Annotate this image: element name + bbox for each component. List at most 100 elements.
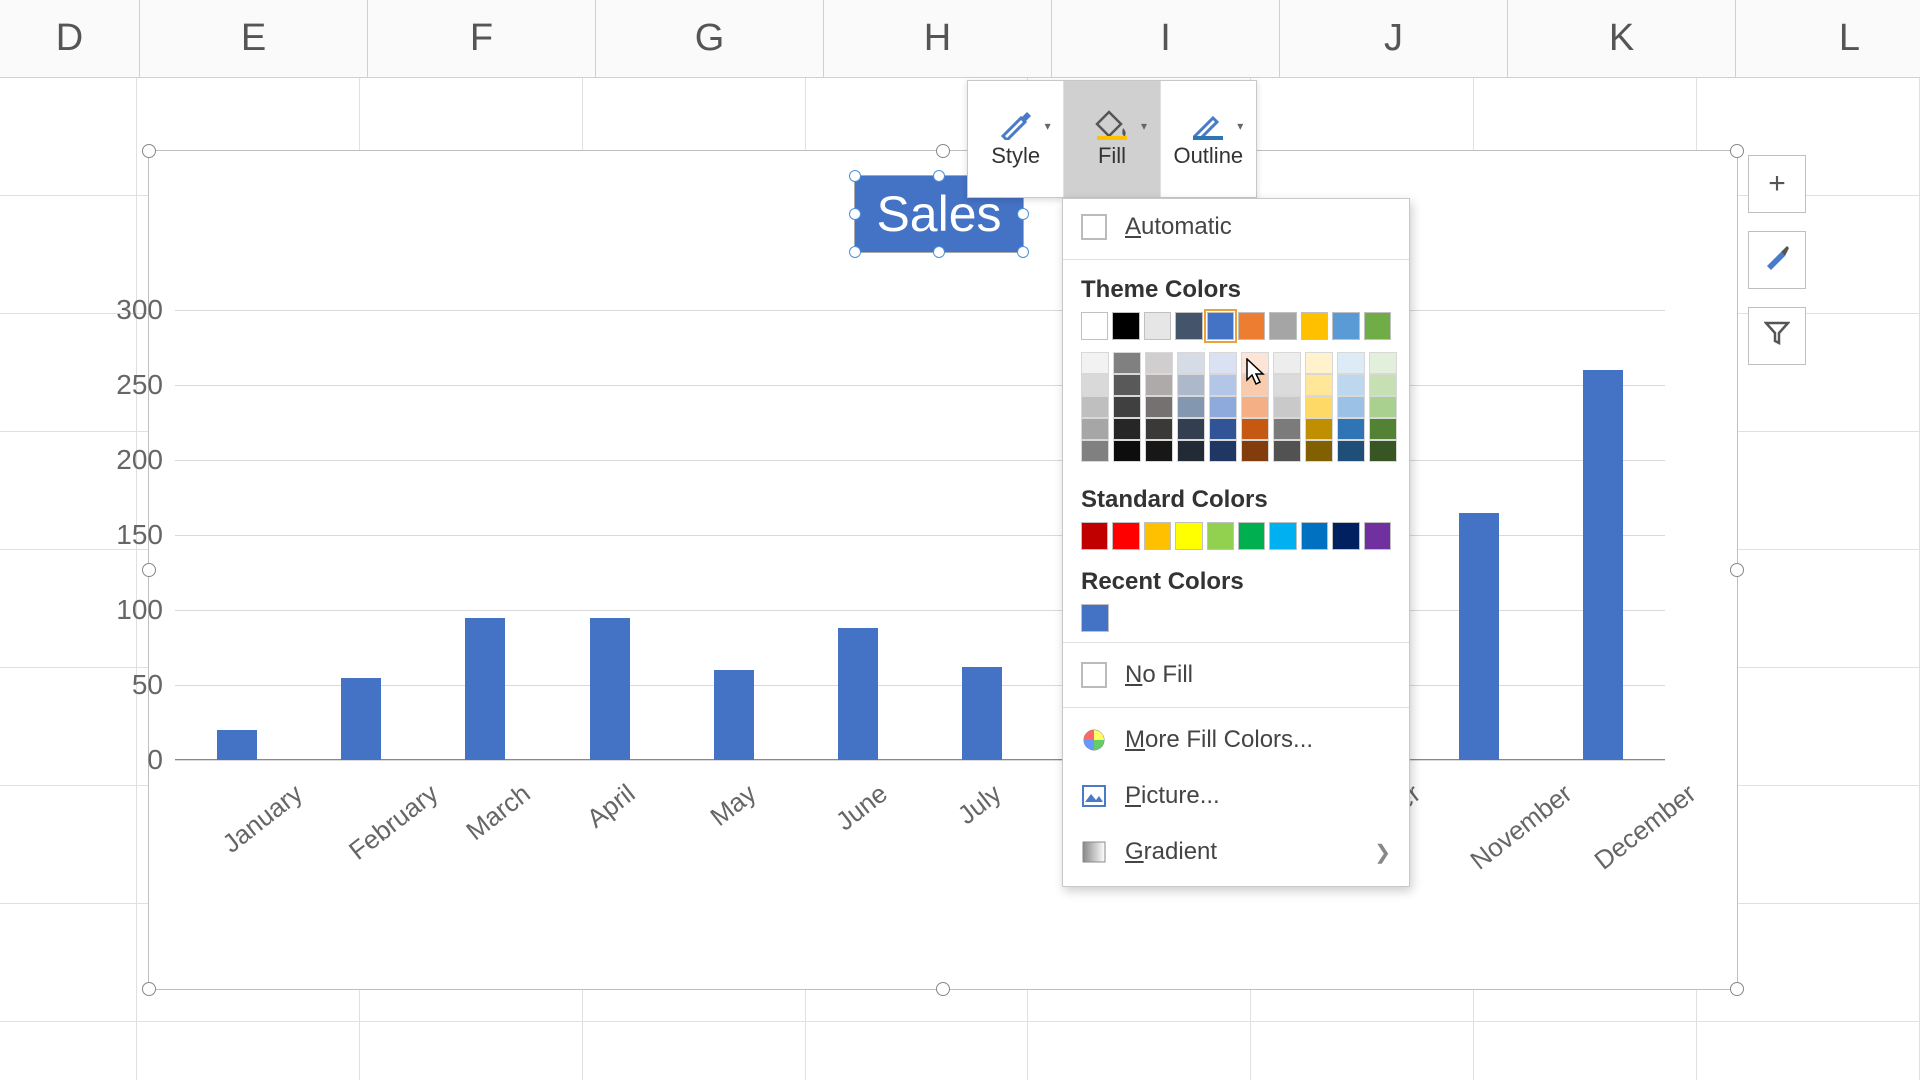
theme-shade-swatch[interactable] [1145,418,1173,440]
theme-shade-swatch[interactable] [1113,352,1141,374]
style-button[interactable]: ▾ Style [968,81,1064,197]
chart-styles-button[interactable] [1748,231,1806,289]
chart-elements-button[interactable]: + [1748,155,1806,213]
theme-color-swatch[interactable] [1301,312,1328,340]
theme-shade-swatch[interactable] [1337,418,1365,440]
bar[interactable] [465,618,505,761]
theme-shade-swatch[interactable] [1337,396,1365,418]
fill-button[interactable]: ▾ Fill [1064,81,1160,197]
standard-color-swatch[interactable] [1144,522,1171,550]
col-header[interactable]: K [1508,0,1736,77]
theme-shade-swatch[interactable] [1177,352,1205,374]
standard-color-swatch[interactable] [1332,522,1359,550]
theme-shade-swatch[interactable] [1209,374,1237,396]
theme-shade-swatch[interactable] [1305,374,1333,396]
theme-shade-swatch[interactable] [1241,352,1269,374]
theme-color-swatch[interactable] [1269,312,1296,340]
theme-shade-swatch[interactable] [1081,418,1109,440]
theme-shade-swatch[interactable] [1273,396,1301,418]
theme-shade-swatch[interactable] [1145,352,1173,374]
bar[interactable] [714,670,754,760]
theme-shade-swatch[interactable] [1081,440,1109,462]
theme-color-swatch[interactable] [1081,312,1108,340]
picture-fill-option[interactable]: Picture... [1063,768,1409,824]
theme-shade-swatch[interactable] [1369,440,1397,462]
standard-color-swatch[interactable] [1207,522,1234,550]
theme-shade-swatch[interactable] [1241,374,1269,396]
theme-shade-swatch[interactable] [1273,440,1301,462]
col-header[interactable]: G [596,0,824,77]
standard-color-swatch[interactable] [1175,522,1202,550]
theme-color-swatch[interactable] [1175,312,1202,340]
chart-filters-button[interactable] [1748,307,1806,365]
col-header[interactable]: D [0,0,140,77]
bar[interactable] [1583,370,1623,760]
theme-shade-swatch[interactable] [1305,418,1333,440]
theme-shade-swatch[interactable] [1337,352,1365,374]
theme-shade-swatch[interactable] [1273,418,1301,440]
theme-shade-swatch[interactable] [1081,374,1109,396]
no-fill-option[interactable]: No Fill [1063,647,1409,703]
theme-shade-swatch[interactable] [1337,440,1365,462]
col-header[interactable]: E [140,0,368,77]
theme-shade-swatch[interactable] [1177,374,1205,396]
bar[interactable] [962,667,1002,760]
theme-shade-swatch[interactable] [1209,440,1237,462]
theme-shade-swatch[interactable] [1177,396,1205,418]
theme-shade-swatch[interactable] [1177,418,1205,440]
chart-plot-area[interactable]: 050100150200250300JanuaryFebruaryMarchAp… [175,310,1665,760]
theme-shade-swatch[interactable] [1209,352,1237,374]
col-header[interactable]: F [368,0,596,77]
theme-color-swatch[interactable] [1207,312,1234,340]
col-header[interactable]: J [1280,0,1508,77]
theme-shade-swatch[interactable] [1113,396,1141,418]
theme-shade-swatch[interactable] [1209,418,1237,440]
more-fill-colors-option[interactable]: More Fill Colors... [1063,712,1409,768]
theme-shade-swatch[interactable] [1369,352,1397,374]
theme-shade-swatch[interactable] [1305,396,1333,418]
bar[interactable] [217,730,257,760]
theme-color-swatch[interactable] [1364,312,1391,340]
standard-color-swatch[interactable] [1112,522,1139,550]
standard-color-swatch[interactable] [1238,522,1265,550]
col-header[interactable]: H [824,0,1052,77]
theme-shade-swatch[interactable] [1241,418,1269,440]
theme-shade-swatch[interactable] [1177,440,1205,462]
theme-shade-swatch[interactable] [1209,396,1237,418]
standard-color-swatch[interactable] [1301,522,1328,550]
col-header[interactable]: L [1736,0,1920,77]
automatic-option[interactable]: Automatic [1063,199,1409,255]
theme-color-swatch[interactable] [1238,312,1265,340]
theme-shade-swatch[interactable] [1369,374,1397,396]
theme-shade-swatch[interactable] [1337,374,1365,396]
theme-shade-swatch[interactable] [1305,440,1333,462]
bar[interactable] [341,678,381,761]
theme-shade-swatch[interactable] [1145,396,1173,418]
theme-color-swatch[interactable] [1144,312,1171,340]
theme-shade-swatch[interactable] [1369,396,1397,418]
theme-shade-swatch[interactable] [1081,352,1109,374]
theme-shade-swatch[interactable] [1273,374,1301,396]
theme-shade-swatch[interactable] [1081,396,1109,418]
outline-button[interactable]: ▾ Outline [1161,81,1256,197]
theme-shade-swatch[interactable] [1113,418,1141,440]
theme-color-swatch[interactable] [1112,312,1139,340]
theme-shade-swatch[interactable] [1113,374,1141,396]
bar[interactable] [1459,513,1499,761]
theme-shade-swatch[interactable] [1145,440,1173,462]
standard-color-swatch[interactable] [1269,522,1296,550]
theme-shade-swatch[interactable] [1145,374,1173,396]
gradient-fill-option[interactable]: Gradient ❯ [1063,824,1409,880]
theme-shade-swatch[interactable] [1113,440,1141,462]
bar[interactable] [838,628,878,760]
theme-shade-swatch[interactable] [1273,352,1301,374]
theme-shade-swatch[interactable] [1241,396,1269,418]
theme-shade-swatch[interactable] [1369,418,1397,440]
theme-color-swatch[interactable] [1332,312,1359,340]
theme-shade-swatch[interactable] [1241,440,1269,462]
theme-shade-swatch[interactable] [1305,352,1333,374]
bar[interactable] [590,618,630,761]
col-header[interactable]: I [1052,0,1280,77]
standard-color-swatch[interactable] [1364,522,1391,550]
recent-color-swatch[interactable] [1081,604,1109,632]
